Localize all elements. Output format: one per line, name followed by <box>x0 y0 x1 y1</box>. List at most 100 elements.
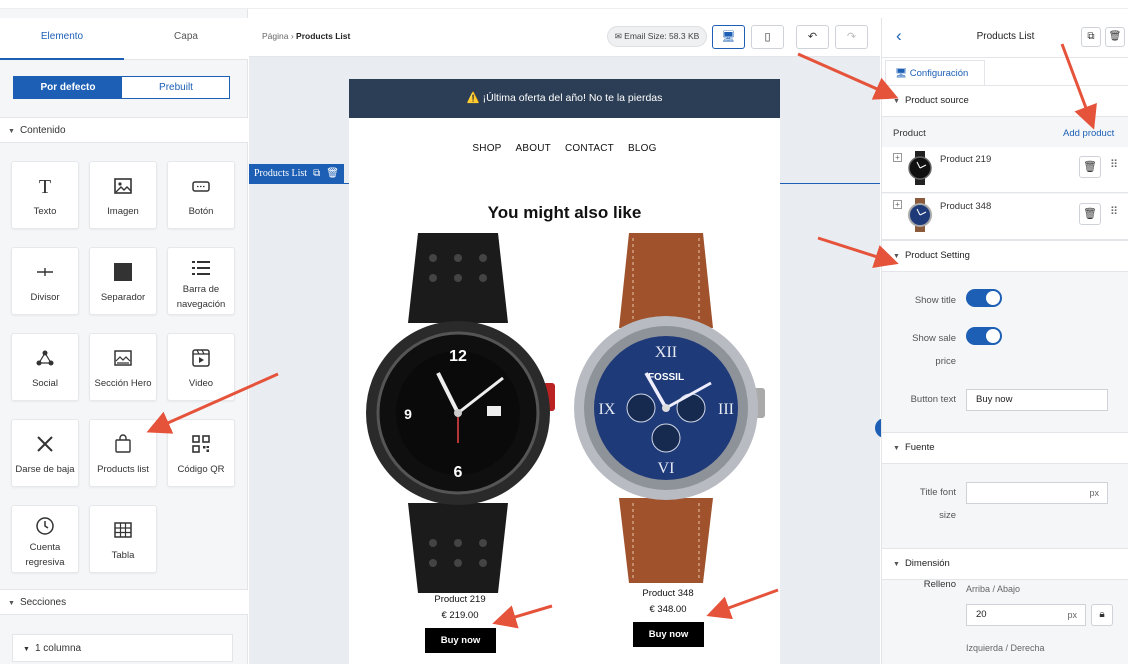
left-tabs: Elemento Capa <box>0 18 248 60</box>
add-product-link[interactable]: Add product <box>1063 128 1114 139</box>
tab-capa[interactable]: Capa <box>124 18 248 60</box>
editor-root: Elemento Capa Por defecto Prebuilt ▼ Cont… <box>0 0 1128 664</box>
lock-button[interactable]: 🔒︎ <box>1091 604 1113 626</box>
drag-handle-icon[interactable]: ⠿ <box>1110 205 1118 218</box>
product-row-name: Product 219 <box>940 154 992 165</box>
monitor-icon: 🖥︎ <box>895 68 910 79</box>
block-social[interactable]: Social <box>11 333 79 401</box>
block-label: Separador <box>100 292 146 303</box>
caret-down-icon: ▼ <box>893 253 900 260</box>
block-barra-navegacion[interactable]: Barra de navegación <box>167 247 235 315</box>
text-icon: T <box>38 176 52 198</box>
undo-button[interactable]: ↶ <box>796 25 829 49</box>
show-sale-price-label: Show sale <box>912 333 956 344</box>
tab-configuracion[interactable]: 🖥︎ Configuración <box>885 60 985 87</box>
secciones-section-header[interactable]: ▼ Secciones <box>0 589 248 615</box>
products-list-block-tag[interactable]: Products List ⧉ 🗑︎ <box>249 164 344 183</box>
breadcrumb-root[interactable]: Página <box>262 31 288 41</box>
expand-icon[interactable]: + <box>893 153 902 162</box>
product-label: Product <box>893 128 926 139</box>
block-products-list[interactable]: Products list <box>89 419 157 487</box>
canvas-area: Página › Products List ✉ Email Size: 58.… <box>249 18 885 664</box>
block-tag-label: Products List <box>254 168 308 179</box>
show-sale-price-label-2: price <box>935 356 956 367</box>
fuente-header[interactable]: ▼ Fuente <box>882 432 1128 464</box>
show-sale-price-toggle[interactable] <box>966 327 1002 345</box>
mobile-view-button[interactable]: ▯ <box>751 25 784 49</box>
block-divisor[interactable]: Divisor <box>11 247 79 315</box>
drag-handle-icon[interactable]: ⠿ <box>1110 158 1118 171</box>
duplicate-icon: ⧉ <box>1087 31 1095 42</box>
product-setting-header[interactable]: ▼ Product Setting <box>882 240 1128 272</box>
trash-icon[interactable]: 🗑︎ <box>326 168 339 179</box>
top-bottom-label: Arriba / Abajo <box>966 584 1021 594</box>
product-219-buy-button[interactable]: Buy now <box>425 628 496 653</box>
prebuilt-option[interactable]: Prebuilt <box>122 77 230 98</box>
top-bottom-input[interactable]: 20 px <box>966 604 1086 626</box>
show-title-toggle[interactable] <box>966 289 1002 307</box>
block-boton[interactable]: Botón <box>167 161 235 229</box>
block-codigo-qr[interactable]: Código QR <box>167 419 235 487</box>
product-source-body: Product Add product + Product 219 🗑︎ ⠿ +… <box>882 117 1128 240</box>
delete-button[interactable]: 🗑︎ <box>1105 27 1125 47</box>
nav-about[interactable]: ABOUT <box>516 143 551 154</box>
nav-blog[interactable]: BLOG <box>628 143 657 154</box>
product-setting-body: Show title Show sale price Button text B… <box>882 272 1128 432</box>
button-icon <box>168 176 234 198</box>
email-nav: SHOP ABOUT CONTACT BLOG <box>349 143 780 154</box>
email-preview: ⚠️ ¡Última oferta del año! No te la pier… <box>349 79 780 664</box>
block-separador[interactable]: Separador <box>89 247 157 315</box>
redo-button[interactable]: ↷ <box>835 25 868 49</box>
tab-elemento[interactable]: Elemento <box>0 18 124 60</box>
caret-down-icon: ▼ <box>8 600 15 607</box>
title-font-size-label: Title font <box>919 487 956 498</box>
nav-contact[interactable]: CONTACT <box>565 143 614 154</box>
product-348-buy-button[interactable]: Buy now <box>633 622 704 647</box>
mail-icon: ✉ <box>614 31 625 41</box>
svg-text:XII: XII <box>655 344 677 361</box>
button-text-input[interactable]: Buy now <box>966 389 1108 411</box>
contenido-section-header[interactable]: ▼ Contenido <box>0 117 248 143</box>
expand-icon[interactable]: + <box>893 200 902 209</box>
product-source-header[interactable]: ▼ Product source <box>882 85 1128 117</box>
column-layout-option[interactable]: ▼ 1 columna <box>12 634 233 662</box>
email-size-badge: ✉ Email Size: 58.3 KB <box>607 26 707 47</box>
product-219-name: Product 219 <box>434 594 486 605</box>
product-row[interactable]: + Product 219 🗑︎ ⠿ <box>882 147 1128 193</box>
nav-shop[interactable]: SHOP <box>472 143 501 154</box>
trash-icon: 🗑︎ <box>1108 31 1122 42</box>
button-text-value: Buy now <box>976 394 1013 405</box>
duplicate-button[interactable]: ⧉ <box>1081 27 1101 47</box>
title-font-size-input[interactable]: px <box>966 482 1108 504</box>
nav-bar-icon <box>168 258 234 280</box>
block-label: Texto <box>33 206 57 217</box>
block-seccion-hero[interactable]: Sección Hero <box>89 333 157 401</box>
product-348-name: Product 348 <box>642 588 694 599</box>
block-label: Código QR <box>177 464 225 475</box>
block-imagen[interactable]: Imagen <box>89 161 157 229</box>
top-strip <box>0 0 1128 9</box>
undo-icon: ↶ <box>807 31 818 43</box>
remove-product-button[interactable]: 🗑︎ <box>1079 156 1101 178</box>
caret-down-icon: ▼ <box>893 561 900 568</box>
product-row[interactable]: + Product 348 🗑︎ ⠿ <box>882 194 1128 240</box>
block-label: Sección Hero <box>94 378 152 389</box>
breadcrumb-current: Products List <box>296 31 351 41</box>
remove-product-button[interactable]: 🗑︎ <box>1079 203 1101 225</box>
desktop-view-button[interactable]: 🖥︎ <box>712 25 745 49</box>
dimension-body: Relleno Arriba / Abajo 20 px 🔒︎ Izquierda… <box>882 579 1128 664</box>
svg-text:9: 9 <box>404 406 412 422</box>
block-texto[interactable]: T Texto <box>11 161 79 229</box>
block-cuenta-regresiva[interactable]: Cuenta regresiva <box>11 505 79 573</box>
divider-icon <box>12 262 78 284</box>
svg-text:6: 6 <box>454 464 463 481</box>
mobile-icon: ▯ <box>764 31 771 43</box>
dimension-title: Dimensión <box>904 558 950 569</box>
shopping-bag-icon <box>90 434 156 456</box>
por-defecto-option[interactable]: Por defecto <box>14 77 122 98</box>
block-darse-de-baja[interactable]: Darse de baja <box>11 419 79 487</box>
block-tabla[interactable]: Tabla <box>89 505 157 573</box>
duplicate-icon[interactable]: ⧉ <box>313 168 320 179</box>
block-video[interactable]: Video <box>167 333 235 401</box>
config-tab-label: Configuración <box>909 68 969 79</box>
